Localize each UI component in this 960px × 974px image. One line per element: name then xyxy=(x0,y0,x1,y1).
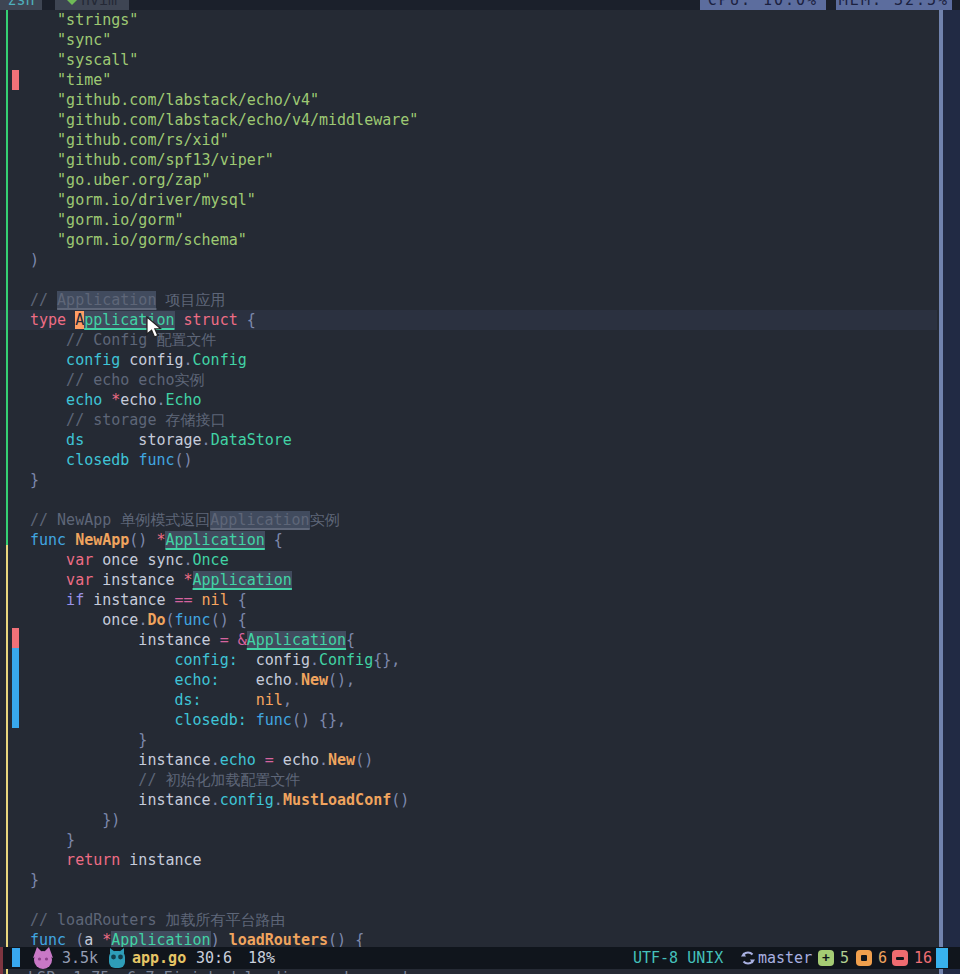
code-line[interactable]: "gorm.io/gorm" xyxy=(0,210,937,230)
statusline-right-block xyxy=(936,948,948,968)
right-pane-strip xyxy=(943,10,960,974)
mode-indicator xyxy=(12,948,20,967)
code-line[interactable] xyxy=(0,490,937,510)
diff-added-count: 5 xyxy=(840,947,849,969)
code-line[interactable]: "github.com/labstack/echo/v4/middleware" xyxy=(0,110,937,130)
left-scroll-indicator-yellow xyxy=(6,545,8,974)
code-editor[interactable]: "strings" "sync" "syscall" "time" "githu… xyxy=(0,10,937,950)
diff-added-icon: + xyxy=(818,950,834,966)
code-line[interactable]: ds storage.DataStore xyxy=(0,430,937,450)
message-line: LSP ~1.75s 6.7 Finished loading packages… xyxy=(0,968,940,974)
code-line[interactable]: closedb: func() {}, xyxy=(0,710,937,730)
code-line[interactable]: echo *echo.Echo xyxy=(0,390,937,410)
scroll-percent: 18% xyxy=(248,947,275,969)
left-scroll-indicator-green xyxy=(6,10,8,545)
nvim-icon xyxy=(67,0,77,5)
code-line[interactable]: ds: nil, xyxy=(0,690,937,710)
code-line[interactable]: instance.config.MustLoadConf() xyxy=(0,790,937,810)
cat-icon xyxy=(31,947,55,969)
mouse-pointer xyxy=(146,316,163,339)
tmux-window-zsh[interactable]: zsh xyxy=(0,0,42,10)
code-line[interactable] xyxy=(0,270,937,290)
code-line[interactable]: "time" xyxy=(0,70,937,90)
plugin-count: 3.5k xyxy=(62,947,98,969)
code-line[interactable] xyxy=(0,890,937,910)
code-line[interactable]: "go.uber.org/zap" xyxy=(0,170,937,190)
code-line[interactable]: "sync" xyxy=(0,30,937,50)
diff-removed-count: 16 xyxy=(914,947,932,969)
code-line[interactable]: "strings" xyxy=(0,10,937,30)
code-line[interactable]: // 初始化加载配置文件 xyxy=(0,770,937,790)
tmux-window-nvim-label: nvim xyxy=(81,0,117,10)
code-line[interactable]: }) xyxy=(0,810,937,830)
code-line[interactable]: } xyxy=(0,730,937,750)
code-line[interactable]: "gorm.io/driver/mysql" xyxy=(0,190,937,210)
code-line[interactable]: // Config 配置文件 xyxy=(0,330,937,350)
git-sign-add xyxy=(12,648,19,728)
code-line[interactable]: // loadRouters 加载所有平台路由 xyxy=(0,910,937,930)
code-line[interactable]: "gorm.io/gorm/schema" xyxy=(0,230,937,250)
git-sign-change xyxy=(12,628,19,648)
code-line[interactable]: // Application 项目应用 xyxy=(0,290,937,310)
code-line[interactable]: once.Do(func() { xyxy=(0,610,937,630)
code-line[interactable]: // NewApp 单例模式返回Application实例 xyxy=(0,510,937,530)
code-line[interactable]: echo: echo.New(), xyxy=(0,670,937,690)
statusline: 3.5k app.go 30:6 18% UTF-8 UNIX master +… xyxy=(0,947,960,969)
code-line[interactable]: "github.com/spf13/viper" xyxy=(0,150,937,170)
encoding-eol: UTF-8 UNIX xyxy=(633,947,723,969)
code-line[interactable]: return instance xyxy=(0,850,937,870)
cursor-position: 30:6 xyxy=(196,947,232,969)
code-line[interactable]: } xyxy=(0,470,937,490)
diff-modified-count: 6 xyxy=(878,947,887,969)
git-branch: master xyxy=(758,947,812,969)
code-line[interactable]: } xyxy=(0,830,937,850)
git-sign-change xyxy=(12,70,19,90)
code-line[interactable]: func NewApp() *Application { xyxy=(0,530,937,550)
git-branch-icon xyxy=(740,950,756,966)
code-line[interactable]: instance = &Application{ xyxy=(0,630,937,650)
code-line[interactable]: config config.Config xyxy=(0,350,937,370)
code-line[interactable]: instance.echo = echo.New() xyxy=(0,750,937,770)
cpu-usage: CPU: 10.0% xyxy=(700,0,826,10)
code-line[interactable]: "syscall" xyxy=(0,50,937,70)
code-line[interactable]: } xyxy=(0,870,937,890)
tmux-window-nvim[interactable]: nvim xyxy=(55,0,129,10)
filename: app.go xyxy=(132,947,186,969)
code-line[interactable]: var instance *Application xyxy=(0,570,937,590)
diff-modified-icon xyxy=(856,950,872,966)
code-line[interactable]: type Application struct { xyxy=(0,310,937,330)
code-line[interactable]: config: config.Config{}, xyxy=(0,650,937,670)
code-line[interactable]: "github.com/rs/xid" xyxy=(0,130,937,150)
code-line[interactable]: if instance == nil { xyxy=(0,590,937,610)
code-line[interactable]: closedb func() xyxy=(0,450,937,470)
diff-removed-icon xyxy=(892,950,908,966)
owl-icon xyxy=(107,948,127,969)
pane-border xyxy=(939,10,943,974)
mem-usage: MEM: 32.5% xyxy=(836,0,952,10)
code-line[interactable]: "github.com/labstack/echo/v4" xyxy=(0,90,937,110)
tmux-status-bar: zsh nvim CPU: 10.0% MEM: 32.5% xyxy=(0,0,960,10)
code-line[interactable]: // echo echo实例 xyxy=(0,370,937,390)
tmux-window-zsh-label: zsh xyxy=(7,0,34,9)
code-line[interactable]: // storage 存储接口 xyxy=(0,410,937,430)
code-line[interactable]: var once sync.Once xyxy=(0,550,937,570)
code-line[interactable]: ) xyxy=(0,250,937,270)
